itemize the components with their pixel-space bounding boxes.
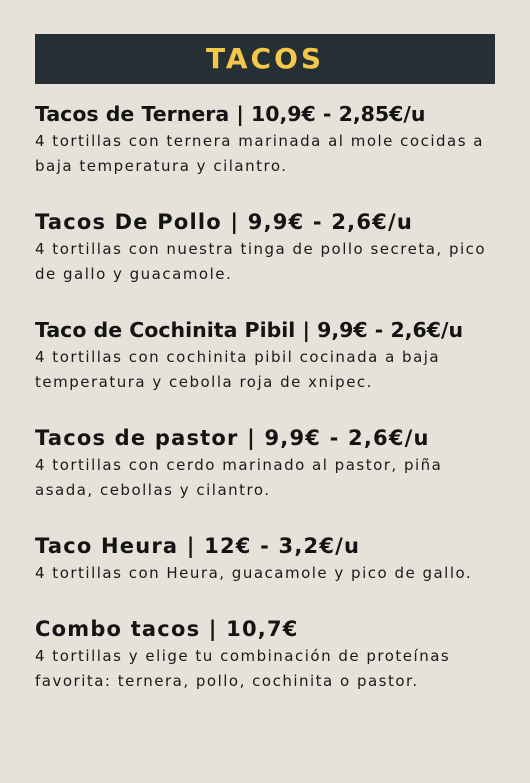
menu-item-description: 4 tortillas con cochinita pibil cocinada…: [35, 348, 441, 391]
menu-item-title: Combo tacos | 10,7€: [35, 617, 299, 641]
menu-item-title: Taco de Cochinita Pibil | 9,9€ - 2,6€/u: [35, 318, 464, 342]
menu-item-taco-cochinita: Taco de Cochinita Pibil | 9,9€ - 2,6€/u …: [35, 315, 505, 395]
menu-item-description: 4 tortillas con Heura, guacamole y pico …: [35, 564, 473, 582]
section-title: TACOS: [205, 42, 325, 75]
menu-item-title: Tacos de Ternera | 10,9€ - 2,85€/u: [35, 102, 426, 126]
menu-item-tacos-pastor: Tacos de pastor | 9,9€ - 2,6€/u 4 tortil…: [35, 423, 505, 503]
menu-item-description: 4 tortillas con ternera marinada al mole…: [35, 132, 484, 175]
menu-item-tacos-pollo: Tacos De Pollo | 9,9€ - 2,6€/u 4 tortill…: [35, 207, 505, 287]
menu-item-taco-heura: Taco Heura | 12€ - 3,2€/u 4 tortillas co…: [35, 531, 505, 586]
menu-item-description: 4 tortillas con cerdo marinado al pastor…: [35, 456, 443, 499]
section-header: TACOS: [35, 34, 495, 84]
menu-item-combo-tacos: Combo tacos | 10,7€ 4 tortillas y elige …: [35, 614, 505, 694]
menu-item-title: Tacos De Pollo | 9,9€ - 2,6€/u: [35, 210, 413, 234]
menu-item-title: Taco Heura | 12€ - 3,2€/u: [35, 534, 361, 558]
menu-item-description: 4 tortillas y elige tu combinación de pr…: [35, 647, 451, 690]
menu-item-title: Tacos de pastor | 9,9€ - 2,6€/u: [35, 426, 430, 450]
menu-item-tacos-ternera: Tacos de Ternera | 10,9€ - 2,85€/u 4 tor…: [35, 99, 505, 179]
menu-item-description: 4 tortillas con nuestra tinga de pollo s…: [35, 240, 487, 283]
menu-list: Tacos de Ternera | 10,9€ - 2,85€/u 4 tor…: [35, 99, 505, 694]
